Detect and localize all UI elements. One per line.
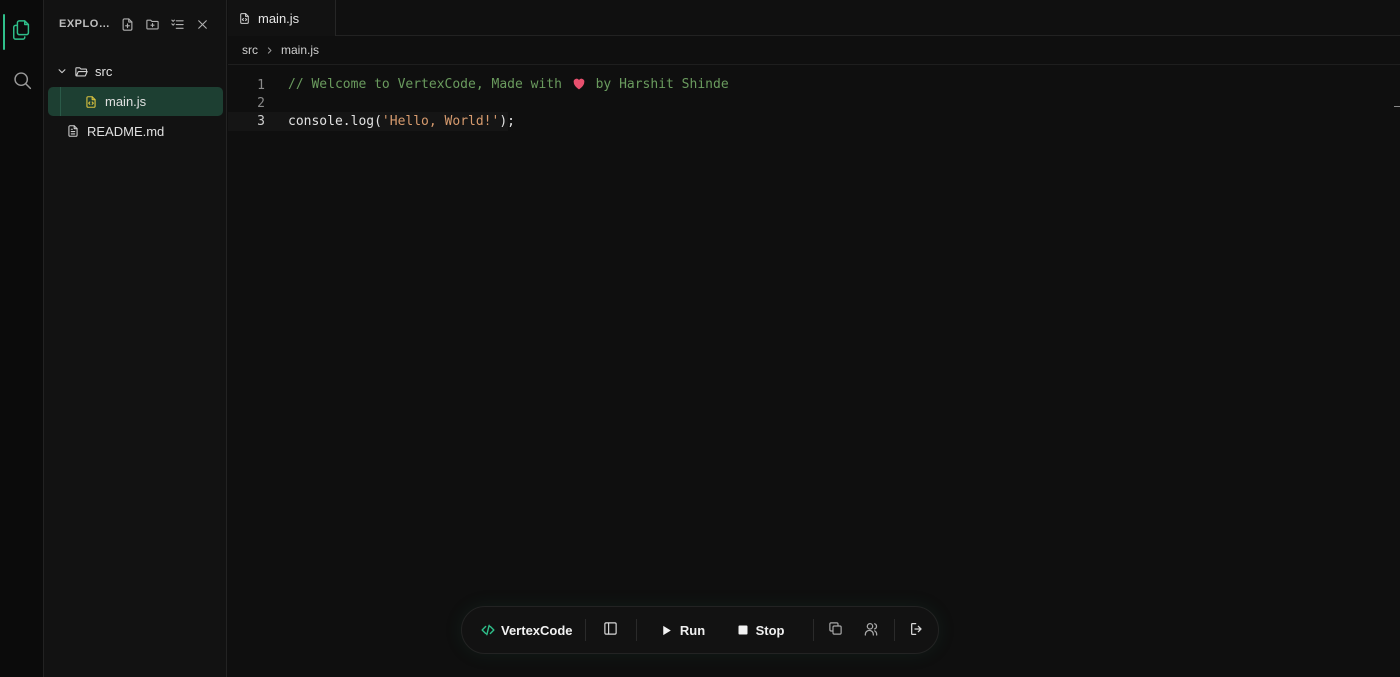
- tree-file-label: main.js: [105, 94, 147, 109]
- play-icon: [660, 624, 673, 637]
- line-content: console.log('Hello, World!');: [288, 114, 515, 129]
- heart-icon: [572, 77, 586, 94]
- logout-icon: [909, 621, 925, 640]
- search-icon: [12, 70, 33, 96]
- toggle-sidebar-button[interactable]: [598, 621, 624, 639]
- files-activity-button[interactable]: [0, 12, 44, 52]
- tree-folder-label: src: [95, 63, 113, 79]
- breadcrumb: src main.js: [228, 36, 1400, 65]
- new-folder-icon[interactable]: [140, 12, 165, 36]
- activity-bar: [0, 0, 44, 677]
- text-file-icon: [66, 124, 80, 138]
- scrollbar-marker[interactable]: [1394, 106, 1400, 107]
- tree-file-main-js[interactable]: main.js: [48, 87, 223, 116]
- stop-label: Stop: [755, 622, 785, 638]
- toolbar-divider: [812, 619, 814, 641]
- folder-open-icon: [74, 64, 89, 79]
- chevron-right-icon: [265, 46, 274, 55]
- code-token: console.log(: [288, 114, 382, 129]
- file-tree: src main.js README.md: [44, 56, 227, 146]
- code-token: );: [499, 114, 515, 129]
- files-icon: [11, 19, 33, 46]
- code-line: 2: [228, 94, 1400, 113]
- new-file-icon[interactable]: [115, 12, 140, 36]
- search-activity-button[interactable]: [0, 63, 44, 103]
- brand: VertexCode: [481, 623, 573, 638]
- code-line: 1 // Welcome to VertexCode, Made with by…: [228, 76, 1400, 95]
- toolbar-divider: [893, 619, 895, 641]
- run-button[interactable]: Run: [649, 623, 717, 638]
- tree-file-label: README.md: [87, 123, 165, 139]
- brand-label: VertexCode: [501, 622, 573, 638]
- tab-label: main.js: [258, 10, 300, 26]
- copy-button[interactable]: [826, 621, 846, 639]
- close-icon[interactable]: [190, 12, 215, 36]
- stop-button[interactable]: Stop: [721, 623, 801, 638]
- code-string: 'Hello, World!': [381, 114, 500, 129]
- editor-tab-bar: main.js: [228, 0, 1400, 36]
- explorer-title: EXPLORER: [59, 18, 111, 30]
- chevron-down-icon: [56, 66, 68, 76]
- toolbar-divider: [635, 619, 637, 641]
- ide-app: EXPLORER: [0, 0, 1400, 677]
- js-file-icon: [238, 12, 251, 25]
- floating-toolbar: VertexCode Run Stop: [461, 606, 939, 654]
- line-number: 1: [257, 78, 265, 93]
- users-icon: [864, 621, 880, 640]
- breadcrumb-file[interactable]: main.js: [281, 43, 319, 57]
- breadcrumb-folder[interactable]: src: [242, 43, 258, 57]
- copy-icon: [828, 621, 843, 639]
- explorer-panel: EXPLORER: [44, 0, 227, 677]
- line-number: 2: [257, 96, 265, 111]
- comment-text: by Harshit Shinde: [587, 77, 729, 92]
- run-label: Run: [679, 622, 706, 638]
- toolbar-divider: [584, 619, 586, 641]
- js-file-icon: [84, 95, 98, 109]
- line-number: 3: [257, 114, 265, 129]
- comment-text: // Welcome to VertexCode, Made with: [288, 77, 570, 92]
- code-icon: [481, 623, 495, 637]
- code-editor[interactable]: 1 // Welcome to VertexCode, Made with by…: [228, 66, 1400, 677]
- tab-main-js[interactable]: main.js: [228, 0, 336, 36]
- leave-button[interactable]: [907, 621, 927, 640]
- code-line-current: 3 console.log('Hello, World!');: [228, 112, 515, 131]
- sidebar-icon: [603, 621, 618, 639]
- line-content: // Welcome to VertexCode, Made with by H…: [288, 77, 729, 94]
- collapse-all-icon[interactable]: [165, 12, 190, 36]
- collaborators-button[interactable]: [862, 621, 882, 640]
- tree-file-readme[interactable]: README.md: [44, 116, 227, 146]
- tree-folder-src[interactable]: src: [44, 56, 227, 86]
- explorer-header: EXPLORER: [44, 0, 227, 48]
- stop-icon: [737, 624, 749, 636]
